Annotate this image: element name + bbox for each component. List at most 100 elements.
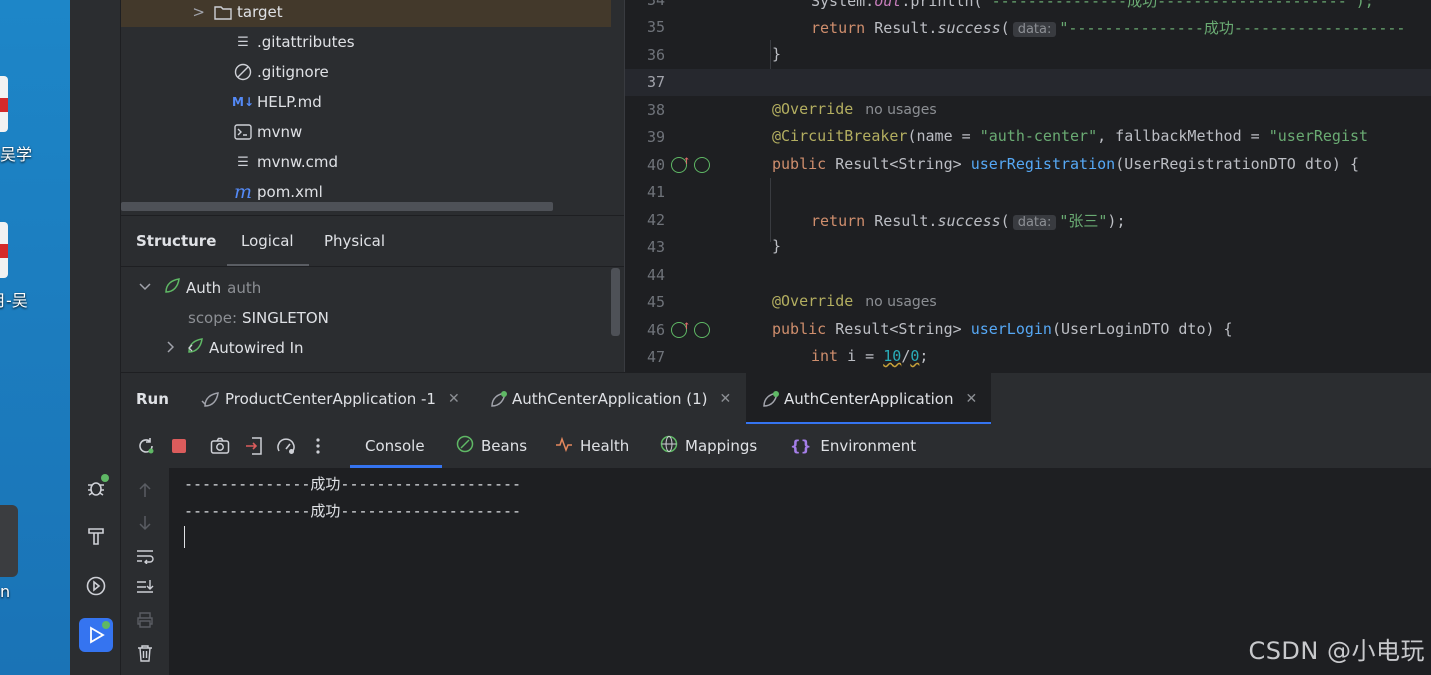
tree-item-gitignore[interactable]: .gitignore [121,57,611,87]
desktop-icon-label: 吴学 [0,145,33,164]
code-line[interactable]: 43 } [625,234,1431,261]
mappings-globe-icon [660,435,678,457]
console-line: --------------成功-------------------- [184,475,522,493]
code-line[interactable]: 41 [625,179,1431,206]
bean-name: Auth [186,279,222,297]
code-line[interactable]: 39 @CircuitBreaker(name = "auth-center",… [625,124,1431,151]
exit-icon[interactable] [242,434,266,458]
maven-icon: m [233,181,253,203]
close-icon[interactable]: ✕ [719,391,731,407]
tree-item-label: pom.xml [257,183,323,201]
code-editor[interactable]: 34 System.out.println("---------------成功… [624,0,1431,372]
scroll-up-icon[interactable] [133,478,157,502]
close-icon[interactable]: ✕ [965,391,977,407]
tree-item-label: .gitattributes [257,33,355,51]
build-hammer-icon[interactable] [79,519,113,553]
stop-icon[interactable] [167,434,191,458]
trash-icon[interactable] [133,641,157,665]
tab-physical[interactable]: Physical [324,216,385,266]
run-tool-icon[interactable] [79,618,113,652]
code-line[interactable]: 45 @Override no usages [625,289,1431,316]
tab-beans[interactable]: Beans [456,424,527,468]
structure-title: Structure [136,232,217,250]
tree-item-label: mvnw.cmd [257,153,339,171]
code-line[interactable]: 36 } [625,42,1431,69]
tool-window-strip [70,0,121,675]
code-line[interactable]: 38 @Override no usages [625,97,1431,124]
rerun-icon[interactable] [134,434,158,458]
desktop-icon-label: n [0,582,11,601]
desktop-app-icon[interactable] [0,505,18,577]
tree-item-mvnw[interactable]: mvnw [121,117,611,147]
close-icon[interactable]: ✕ [448,391,460,407]
code-line-current[interactable]: 37 [625,69,1431,96]
tab-label: Environment [820,437,917,455]
code-line[interactable]: 47 int i = 10/0; [625,344,1431,371]
chevron-right-icon[interactable]: > [121,3,213,21]
line-number: 34 [646,0,665,9]
more-options-icon[interactable] [306,434,330,458]
desktop-icon-label: 月-吴 [0,291,28,310]
console-output[interactable]: --------------成功-------------------- ---… [169,468,1431,675]
spring-boot-icon [201,390,219,408]
web-endpoint-icon[interactable] [694,322,710,338]
horizontal-scrollbar[interactable] [121,202,553,211]
line-number: 40 [646,156,665,174]
run-tab-auth-center[interactable]: AuthCenterApplication ✕ [746,373,991,425]
line-number: 38 [646,101,665,119]
run-tab-auth-center-1[interactable]: AuthCenterApplication (1) ✕ [488,373,731,425]
web-endpoint-icon[interactable] [694,157,710,173]
line-number: 36 [646,46,665,64]
code-line[interactable]: 35 return Result.success(data: "---------… [625,14,1431,41]
text-file-icon: ☰ [237,154,249,170]
run-tab-product-center[interactable]: ProductCenterApplication -1 ✕ [201,373,460,425]
no-usages-hint: no usages [865,294,937,310]
scroll-down-icon[interactable] [133,511,157,535]
structure-row-scope[interactable]: scope: SINGLETON [188,303,329,333]
autowired-label: Autowired In [209,339,304,357]
structure-row-autowired[interactable]: Autowired In [166,333,304,363]
soft-wrap-icon[interactable] [133,544,157,568]
tab-label: Health [580,437,630,455]
camera-icon[interactable] [208,434,232,458]
tab-mappings[interactable]: Mappings [660,424,757,468]
scope-key: scope: [188,309,238,327]
run-tab-label: ProductCenterApplication -1 [225,390,436,408]
line-number: 39 [646,128,665,146]
desktop-app-icon[interactable] [0,222,8,278]
tree-item-target[interactable]: > target [121,0,611,27]
chevron-right-icon[interactable] [166,339,175,357]
watermark: CSDN @小电玩 [1248,637,1425,665]
tab-health[interactable]: Health [555,424,629,468]
code-line[interactable]: 40 ↑ public Result<String> userRegistrat… [625,152,1431,179]
code-line[interactable]: 46 ↑ public Result<String> userLogin(Use… [625,317,1431,344]
code-line[interactable]: 42 return Result.success(data: "张三"); [625,207,1431,234]
scroll-to-end-icon[interactable] [133,575,157,599]
tree-item-mvnw-cmd[interactable]: ☰ mvnw.cmd [121,147,611,177]
bean-hint: auth [227,279,262,297]
desktop-app-icon[interactable] [0,76,8,132]
code-line[interactable]: 44 [625,262,1431,289]
structure-row-auth[interactable]: Auth auth [139,273,261,303]
debug-icon[interactable] [79,470,113,504]
text-file-icon: ☰ [237,34,249,50]
run-tab-label: AuthCenterApplication [784,390,954,408]
services-icon[interactable] [79,569,113,603]
print-icon[interactable] [133,608,157,632]
vertical-scrollbar[interactable] [611,268,620,336]
run-tab-label: AuthCenterApplication (1) [512,390,708,408]
tree-item-label: .gitignore [257,63,329,81]
console-line: --------------成功-------------------- [184,502,522,520]
tab-environment[interactable]: {} Environment [790,424,916,468]
tab-logical[interactable]: Logical [241,216,294,266]
code-line[interactable]: 34 System.out.println("---------------成功… [625,0,1431,14]
tab-console[interactable]: Console [365,424,425,468]
tree-item-help-md[interactable]: M↓ HELP.md [121,87,611,117]
profiler-gauge-icon[interactable] [274,434,298,458]
tree-item-gitattributes[interactable]: ☰ .gitattributes [121,27,611,57]
chevron-down-icon[interactable] [139,281,151,295]
line-number: 41 [646,183,665,201]
scope-value: SINGLETON [242,309,329,327]
console-side-toolbar [121,468,169,675]
environment-braces-icon: {} [790,437,812,455]
